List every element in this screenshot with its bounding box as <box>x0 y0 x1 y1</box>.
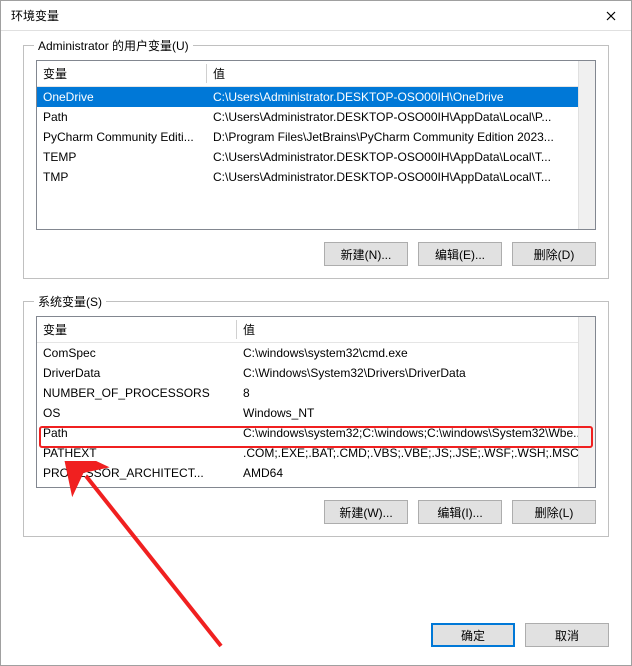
user-vars-legend: Administrator 的用户变量(U) <box>34 37 193 54</box>
system-vars-group: 系统变量(S) 变量 值 ComSpec C:\windows\system32… <box>23 301 609 537</box>
window-title: 环境变量 <box>11 7 621 24</box>
table-row[interactable]: TEMP C:\Users\Administrator.DESKTOP-OSO0… <box>37 147 595 167</box>
col-header-value[interactable]: 值 <box>237 317 595 343</box>
system-edit-button[interactable]: 编辑(I)... <box>418 500 502 524</box>
table-row[interactable]: ComSpec C:\windows\system32\cmd.exe <box>37 343 595 364</box>
ok-button[interactable]: 确定 <box>431 623 515 647</box>
user-edit-button[interactable]: 编辑(E)... <box>418 242 502 266</box>
system-vars-legend: 系统变量(S) <box>34 293 106 310</box>
col-header-value[interactable]: 值 <box>207 61 595 87</box>
col-header-variable[interactable]: 变量 <box>37 61 207 87</box>
system-new-button[interactable]: 新建(W)... <box>324 500 408 524</box>
table-row[interactable]: PyCharm Community Editi... D:\Program Fi… <box>37 127 595 147</box>
user-vars-group: Administrator 的用户变量(U) 变量 值 OneDrive C:\… <box>23 45 609 279</box>
close-button[interactable] <box>591 1 631 30</box>
env-vars-dialog: 环境变量 Administrator 的用户变量(U) 变量 值 <box>0 0 632 666</box>
dialog-content: Administrator 的用户变量(U) 变量 值 OneDrive C:\… <box>1 31 631 623</box>
system-delete-button[interactable]: 删除(L) <box>512 500 596 524</box>
user-new-button[interactable]: 新建(N)... <box>324 242 408 266</box>
table-row[interactable]: OneDrive C:\Users\Administrator.DESKTOP-… <box>37 87 595 108</box>
table-row[interactable]: PROCESSOR_ARCHITECT... AMD64 <box>37 463 595 483</box>
user-delete-button[interactable]: 删除(D) <box>512 242 596 266</box>
table-row[interactable]: Path C:\windows\system32;C:\windows;C:\w… <box>37 423 595 443</box>
dialog-footer: 确定 取消 <box>1 623 631 665</box>
table-row[interactable]: OS Windows_NT <box>37 403 595 423</box>
table-row[interactable]: NUMBER_OF_PROCESSORS 8 <box>37 383 595 403</box>
col-header-variable[interactable]: 变量 <box>37 317 237 343</box>
close-icon <box>606 11 616 21</box>
system-vars-table[interactable]: 变量 值 ComSpec C:\windows\system32\cmd.exe… <box>36 316 596 488</box>
titlebar: 环境变量 <box>1 1 631 31</box>
table-row[interactable]: DriverData C:\Windows\System32\Drivers\D… <box>37 363 595 383</box>
scrollbar[interactable] <box>578 317 595 487</box>
table-row[interactable]: TMP C:\Users\Administrator.DESKTOP-OSO00… <box>37 167 595 187</box>
user-buttons: 新建(N)... 编辑(E)... 删除(D) <box>36 242 596 266</box>
system-buttons: 新建(W)... 编辑(I)... 删除(L) <box>36 500 596 524</box>
user-vars-table[interactable]: 变量 值 OneDrive C:\Users\Administrator.DES… <box>36 60 596 230</box>
table-row[interactable]: PATHEXT .COM;.EXE;.BAT;.CMD;.VBS;.VBE;.J… <box>37 443 595 463</box>
scrollbar[interactable] <box>578 61 595 229</box>
table-row[interactable]: Path C:\Users\Administrator.DESKTOP-OSO0… <box>37 107 595 127</box>
cancel-button[interactable]: 取消 <box>525 623 609 647</box>
